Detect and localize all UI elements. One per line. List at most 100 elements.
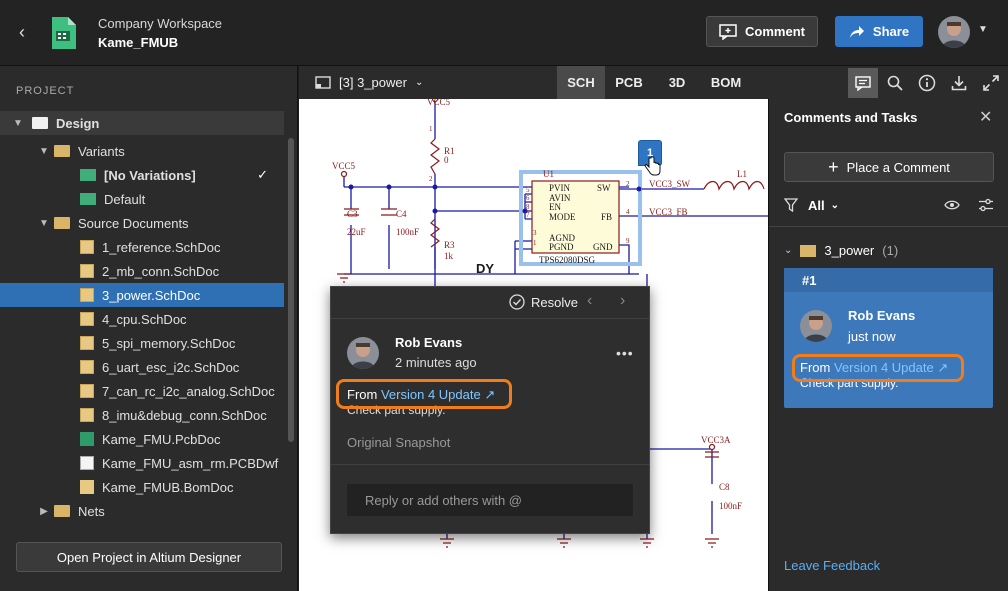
tree-item-label: Source Documents xyxy=(78,215,189,231)
label-r3-value: 1k xyxy=(444,251,454,261)
tree-item-label: 4_cpu.SchDoc xyxy=(102,311,187,327)
chevron-down-icon[interactable]: ▼ xyxy=(38,146,50,157)
tree-item-document[interactable]: Kame_FMU.PcbDoc xyxy=(0,427,284,451)
schdoc-icon xyxy=(80,264,94,278)
document-selector[interactable]: [3] 3_power ⌄ xyxy=(315,75,423,90)
schdoc-icon xyxy=(80,240,94,254)
chevron-down-icon[interactable]: ▼ xyxy=(12,118,24,129)
filter-icon[interactable] xyxy=(784,198,798,212)
place-comment-button[interactable]: + Place a Comment xyxy=(784,152,994,182)
comment-plus-icon xyxy=(719,23,737,40)
label-c3-value: 22uF xyxy=(347,227,366,237)
chevron-down-icon[interactable]: ▼ xyxy=(38,218,50,229)
label-r1-value: 0 xyxy=(444,155,449,165)
comment-author: Rob Evans xyxy=(395,335,463,350)
download-icon xyxy=(951,76,967,91)
download-button[interactable] xyxy=(944,68,974,98)
pin-mode: MODE xyxy=(549,212,576,222)
tree-item-document-selected[interactable]: 3_power.SchDoc xyxy=(0,283,284,307)
pin-number: 6 xyxy=(526,194,530,202)
chevron-down-icon: ⌄ xyxy=(414,77,424,88)
comment-group-header[interactable]: ⌄ 3_power (1) xyxy=(784,243,898,258)
user-menu-chevron-icon[interactable]: ▼ xyxy=(978,24,988,35)
tab-3d[interactable]: 3D xyxy=(653,66,701,99)
share-button[interactable]: Share xyxy=(835,16,923,47)
tree-item-document[interactable]: 4_cpu.SchDoc xyxy=(0,307,284,331)
user-avatar[interactable] xyxy=(938,16,970,48)
schdoc-icon xyxy=(80,384,94,398)
chevron-right-icon[interactable]: ▶ xyxy=(38,506,50,517)
tab-bom[interactable]: BOM xyxy=(701,66,751,99)
bomdoc-icon xyxy=(80,480,94,494)
folder-icon xyxy=(54,145,70,157)
comment-icon xyxy=(855,75,871,91)
tree-item-document[interactable]: Kame_FMU_asm_rm.PCBDwf xyxy=(0,451,284,475)
pin-number: 2 xyxy=(626,180,630,188)
open-in-altium-button[interactable]: Open Project in Altium Designer xyxy=(16,542,282,572)
label-l1: L1 xyxy=(737,169,747,179)
comment-popup: Resolve ‹ › Rob Evans 2 minutes ago ••• … xyxy=(330,286,650,534)
search-button[interactable] xyxy=(880,68,910,98)
back-icon[interactable]: ‹ xyxy=(14,22,30,42)
comment-group-count: (1) xyxy=(882,243,899,258)
tree-item-no-variations[interactable]: [No Variations] ✓ xyxy=(0,163,284,187)
chevron-down-icon[interactable]: ⌄ xyxy=(831,200,839,211)
pcbdoc-icon xyxy=(80,432,94,446)
tree-item-document[interactable]: 2_mb_conn.SchDoc xyxy=(0,259,284,283)
eye-icon[interactable] xyxy=(944,199,960,211)
tree-item-document[interactable]: 5_spi_memory.SchDoc xyxy=(0,331,284,355)
variant-icon xyxy=(80,193,96,205)
schdoc-icon xyxy=(80,360,94,374)
leave-feedback-link[interactable]: Leave Feedback xyxy=(784,558,880,573)
tab-pcb[interactable]: PCB xyxy=(605,66,653,99)
more-options-icon[interactable]: ••• xyxy=(616,345,634,361)
tree-item-label: 7_can_rc_i2c_analog.SchDoc xyxy=(102,383,275,399)
label-vcc5-top: VCC5 xyxy=(427,99,451,107)
chevron-down-icon[interactable]: ⌄ xyxy=(784,245,792,256)
tree-item-nets[interactable]: ▶ Nets xyxy=(0,499,284,523)
settings-sliders-icon[interactable] xyxy=(978,198,994,212)
tree-item-document[interactable]: Kame_FMUB.BomDoc xyxy=(0,475,284,499)
workspace-title: Company Workspace xyxy=(98,16,223,31)
tree-item-document[interactable]: 8_imu&debug_conn.SchDoc xyxy=(0,403,284,427)
tree-item-document[interactable]: 6_uart_esc_i2c.SchDoc xyxy=(0,355,284,379)
hand-cursor-icon xyxy=(644,156,661,176)
close-icon[interactable]: ✕ xyxy=(979,107,992,127)
pin-pvin: PVIN xyxy=(549,183,571,193)
pin-number: 9 xyxy=(626,237,630,245)
label-vcc3a: VCC3A xyxy=(701,435,731,445)
pin-number: 1 xyxy=(533,239,537,247)
label-dy: DY xyxy=(476,261,494,276)
reply-input[interactable] xyxy=(347,484,633,516)
comment-button[interactable]: Comment xyxy=(706,16,818,47)
document-name: [3] 3_power xyxy=(339,75,407,90)
tree-item-source-documents[interactable]: ▼ Source Documents xyxy=(0,211,284,235)
tree-item-variants[interactable]: ▼ Variants xyxy=(0,139,284,163)
expand-icon xyxy=(983,75,999,91)
comment-author: Rob Evans xyxy=(848,308,916,323)
comment-popup-header: Resolve ‹ › xyxy=(331,287,649,319)
comment-button-label: Comment xyxy=(745,24,805,39)
tree-scrollbar[interactable] xyxy=(288,138,294,442)
chevron-right-icon[interactable]: › xyxy=(620,292,625,310)
info-button[interactable] xyxy=(912,68,942,98)
resolve-button[interactable]: Resolve xyxy=(509,294,578,310)
label-r3: R3 xyxy=(444,240,455,250)
tree-item-label: 8_imu&debug_conn.SchDoc xyxy=(102,407,267,423)
comments-toggle-button[interactable] xyxy=(848,68,878,98)
comment-card[interactable]: #1 Rob Evans just now Check part supply.… xyxy=(784,268,993,408)
original-snapshot-link[interactable]: Original Snapshot xyxy=(347,435,450,450)
tree-item-default[interactable]: Default xyxy=(0,187,284,211)
comment-time: 2 minutes ago xyxy=(395,355,477,370)
schdoc-icon xyxy=(80,288,94,302)
tree-item-document[interactable]: 1_reference.SchDoc xyxy=(0,235,284,259)
tree-item-document[interactable]: 7_can_rc_i2c_analog.SchDoc xyxy=(0,379,284,403)
filter-select[interactable]: All xyxy=(808,198,825,213)
fullscreen-button[interactable] xyxy=(976,68,1006,98)
chevron-left-icon[interactable]: ‹ xyxy=(587,292,592,310)
tab-sch[interactable]: SCH xyxy=(557,66,605,99)
canvas-toolbar: [3] 3_power ⌄ SCH PCB 3D BOM xyxy=(299,66,768,99)
pin-number: 5 xyxy=(526,186,530,194)
tree-item-design[interactable]: ▼ Design xyxy=(0,111,284,135)
project-logo-icon xyxy=(46,15,80,51)
